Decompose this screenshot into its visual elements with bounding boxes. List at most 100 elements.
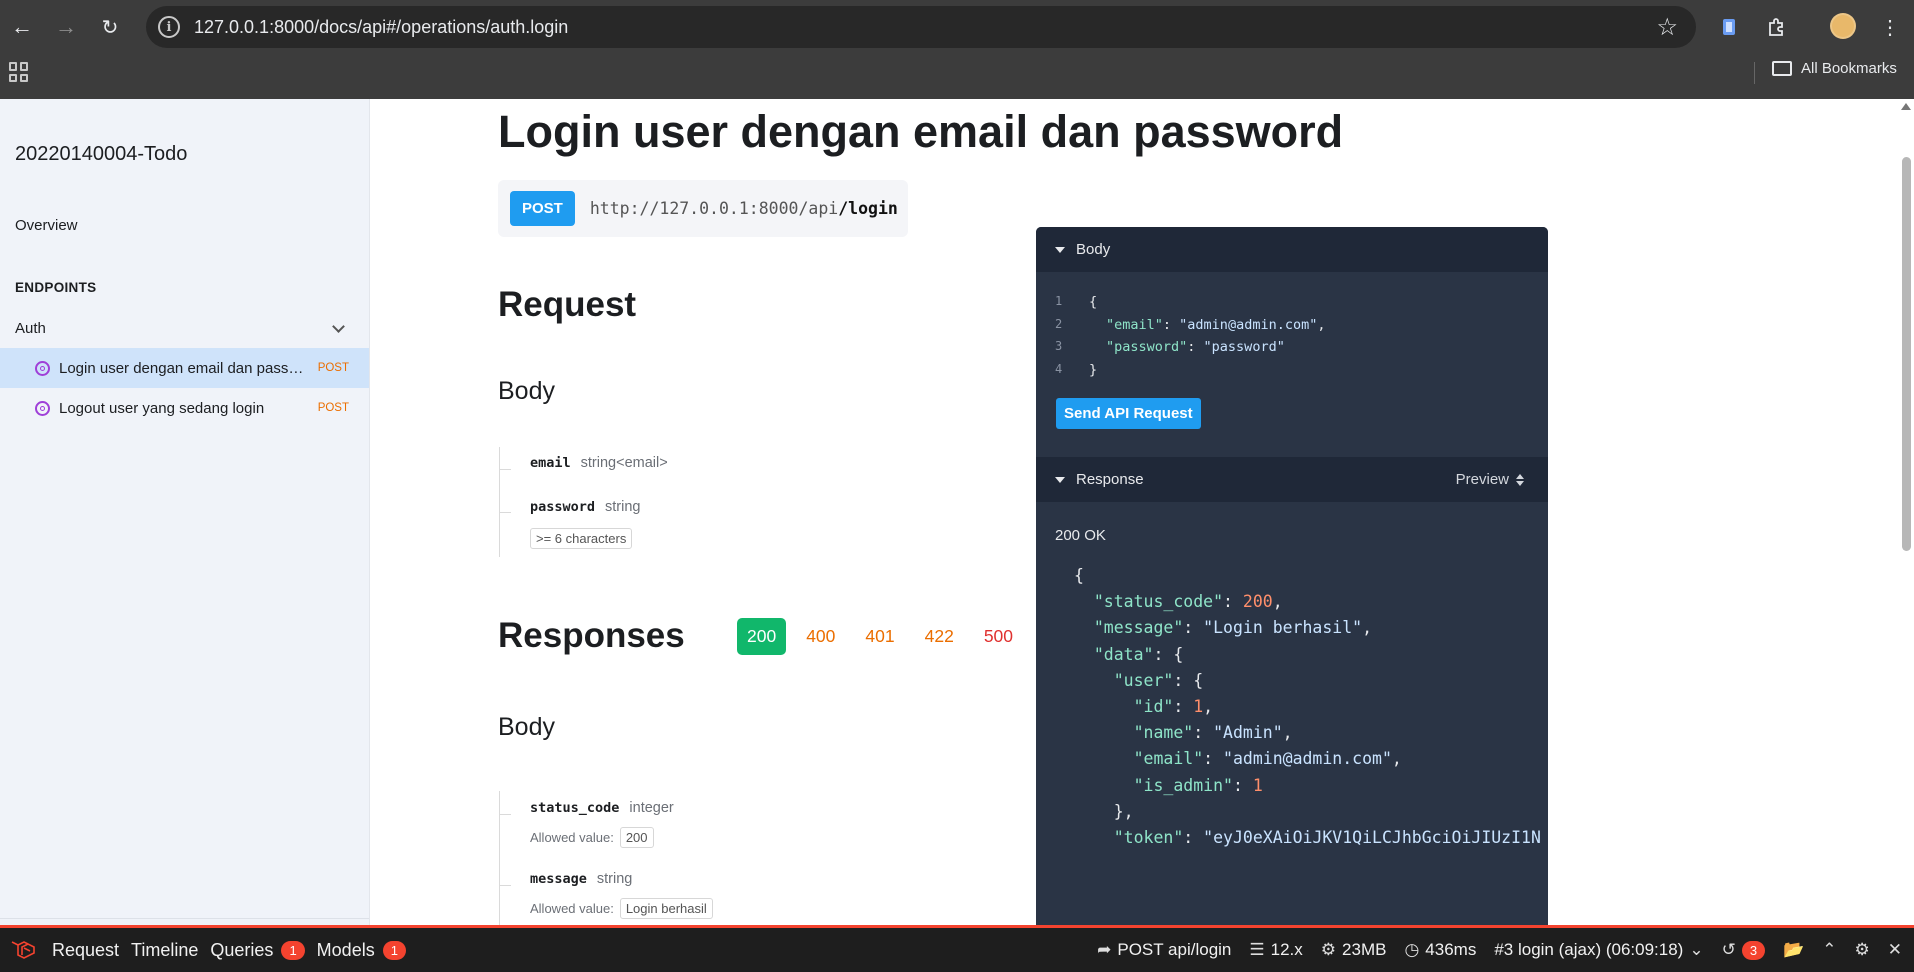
responses-heading: Responses: [498, 616, 685, 655]
cogs-icon: ⚙: [1320, 940, 1337, 959]
puzzle-extensions-icon[interactable]: [1758, 9, 1794, 45]
line-number: 3: [1055, 339, 1063, 353]
chevron-down-icon: ⌄: [1689, 940, 1704, 959]
share-arrow-icon: ➦: [1097, 940, 1112, 959]
debugbar-history[interactable]: ↺ 3: [1721, 940, 1766, 960]
debugbar-tab-timeline[interactable]: Timeline: [131, 940, 198, 961]
json-value: "eyJ0eXAiOiJKV1QiLCJhbGciOiJIUzI1N: [1203, 828, 1541, 848]
line-number: 2: [1055, 316, 1063, 331]
site-info-icon[interactable]: i: [158, 16, 180, 38]
apps-grid-icon[interactable]: [9, 62, 29, 82]
bookmark-star-icon[interactable]: ☆: [1656, 13, 1678, 42]
request-select-label: #3 login (ajax) (06:09:18): [1494, 940, 1684, 959]
debugbar-tab-request[interactable]: Request: [52, 940, 119, 961]
response-code-401[interactable]: 401: [855, 618, 904, 655]
debugbar-tab-models[interactable]: Models 1: [317, 940, 406, 961]
bookmarks-divider: [1754, 62, 1755, 84]
back-arrow-icon[interactable]: ←: [0, 5, 44, 49]
json-value: 200: [1242, 592, 1273, 612]
json-value: 1: [1193, 697, 1204, 717]
property-password: password string: [530, 499, 641, 515]
sidebar-item-label: Logout user yang sedang login: [59, 399, 265, 417]
response-panel-header[interactable]: Response Preview: [1036, 457, 1548, 502]
allowed-value-chip: Login berhasil: [619, 898, 713, 919]
json-value: "admin@admin.com": [1179, 316, 1318, 333]
property-tree-line: [499, 791, 500, 925]
history-icon: ↺: [1721, 940, 1736, 959]
sidebar-item-overview[interactable]: Overview: [15, 217, 78, 234]
laravel-logo-icon[interactable]: [10, 938, 36, 962]
json-key: "id": [1133, 697, 1174, 717]
request-body-panel-header[interactable]: Body: [1036, 227, 1548, 272]
extension-icon[interactable]: [1712, 9, 1748, 45]
response-code-422[interactable]: 422: [915, 618, 964, 655]
chevron-up-icon[interactable]: ⌃: [1822, 940, 1836, 960]
method-badge: POST: [317, 362, 349, 374]
json-value: "admin@admin.com": [1223, 749, 1392, 769]
json-key: "name": [1133, 723, 1194, 743]
address-bar[interactable]: i 127.0.0.1:8000/docs/api#/operations/au…: [146, 6, 1696, 48]
memory-label: 23MB: [1342, 940, 1387, 959]
api-title[interactable]: 20220140004-Todo: [15, 143, 187, 166]
forward-arrow-icon[interactable]: →: [44, 5, 88, 49]
address-bar-url[interactable]: 127.0.0.1:8000/docs/api#/operations/auth…: [194, 17, 568, 38]
allowed-value-label: Allowed value:: [530, 901, 614, 916]
json-value: "password": [1203, 339, 1285, 355]
response-code-200[interactable]: 200: [737, 618, 787, 655]
response-code-400[interactable]: 400: [796, 618, 845, 655]
debugbar-version[interactable]: ☰ 12.x: [1249, 940, 1302, 960]
all-bookmarks-button[interactable]: All Bookmarks: [1772, 60, 1897, 77]
all-bookmarks-label: All Bookmarks: [1801, 60, 1897, 77]
chevron-down-icon[interactable]: [332, 320, 345, 333]
debugbar-time[interactable]: ◷ 436ms: [1404, 940, 1476, 960]
json-key: "message": [1093, 618, 1184, 638]
endpoint-url-box[interactable]: POST http://127.0.0.1:8000/api/login: [498, 180, 908, 237]
time-label: 436ms: [1425, 940, 1477, 959]
send-api-request-button[interactable]: Send API Request: [1056, 398, 1201, 429]
debugbar-route[interactable]: ➦ POST api/login: [1097, 940, 1231, 960]
response-json: { "status_code": 200, "message": "Login …: [1074, 566, 1541, 848]
scrollbar-thumb[interactable]: [1902, 157, 1911, 551]
constraint-chip: >= 6 characters: [530, 528, 633, 549]
panel-response-label: Response: [1076, 471, 1144, 488]
reload-icon[interactable]: ↻: [88, 5, 132, 49]
json-key: "token": [1113, 828, 1184, 848]
method-badge: POST: [510, 191, 575, 226]
property-email: email string<email>: [530, 455, 668, 471]
close-icon[interactable]: ✕: [1888, 940, 1902, 960]
json-value: 1: [1252, 775, 1263, 795]
request-body-editor[interactable]: 1{ 2 "email": "admin@admin.com", 3 "passwo…: [1036, 272, 1548, 384]
settings-sliders-icon[interactable]: ⚙: [1855, 940, 1870, 960]
sidebar-group-auth[interactable]: Auth: [15, 320, 351, 337]
sidebar-item-login[interactable]: Login user dengan email dan password POS…: [0, 348, 369, 388]
debugbar-memory[interactable]: ⚙ 23MB: [1321, 940, 1387, 960]
laravel-version-icon: ☰: [1249, 940, 1265, 959]
docs-sidebar: 20220140004-Todo Overview ENDPOINTS Auth…: [0, 99, 370, 925]
browser-menu-icon[interactable]: ⋮: [1872, 9, 1908, 45]
page-title: Login user dengan email dan password: [498, 106, 1344, 157]
folder-open-icon[interactable]: 📂: [1783, 940, 1804, 960]
sidebar-group-label: Auth: [15, 320, 46, 337]
sidebar-item-logout[interactable]: Logout user yang sedang login POST: [0, 388, 369, 428]
sort-arrows-icon: [1516, 473, 1524, 486]
debugbar-tab-queries[interactable]: Queries 1: [210, 939, 305, 961]
sidebar-item-label: Login user dengan email dan password: [59, 359, 309, 377]
json-brace: }: [1089, 361, 1098, 378]
count-badge: 3: [1741, 940, 1766, 960]
scroll-up-arrow-icon[interactable]: [1901, 103, 1911, 110]
line-number: 1: [1055, 294, 1063, 308]
debugbar-request-select[interactable]: #3 login (ajax) (06:09:18) ⌄: [1494, 940, 1703, 960]
sidebar-section-endpoints: ENDPOINTS: [15, 280, 97, 295]
json-key: "data": [1093, 644, 1154, 664]
property-tree-branch: [499, 512, 511, 513]
json-brace: {: [1089, 294, 1098, 310]
property-type: string: [596, 871, 633, 887]
preview-select[interactable]: Preview: [1456, 471, 1524, 488]
sidebar-divider: [0, 918, 369, 919]
request-body-heading: Body: [498, 377, 555, 405]
profile-avatar[interactable]: [1830, 13, 1856, 39]
page-scrollbar[interactable]: [1897, 99, 1914, 925]
response-code-500[interactable]: 500: [974, 618, 1023, 655]
tab-label: Queries: [210, 939, 274, 960]
line-number: 4: [1055, 361, 1063, 376]
